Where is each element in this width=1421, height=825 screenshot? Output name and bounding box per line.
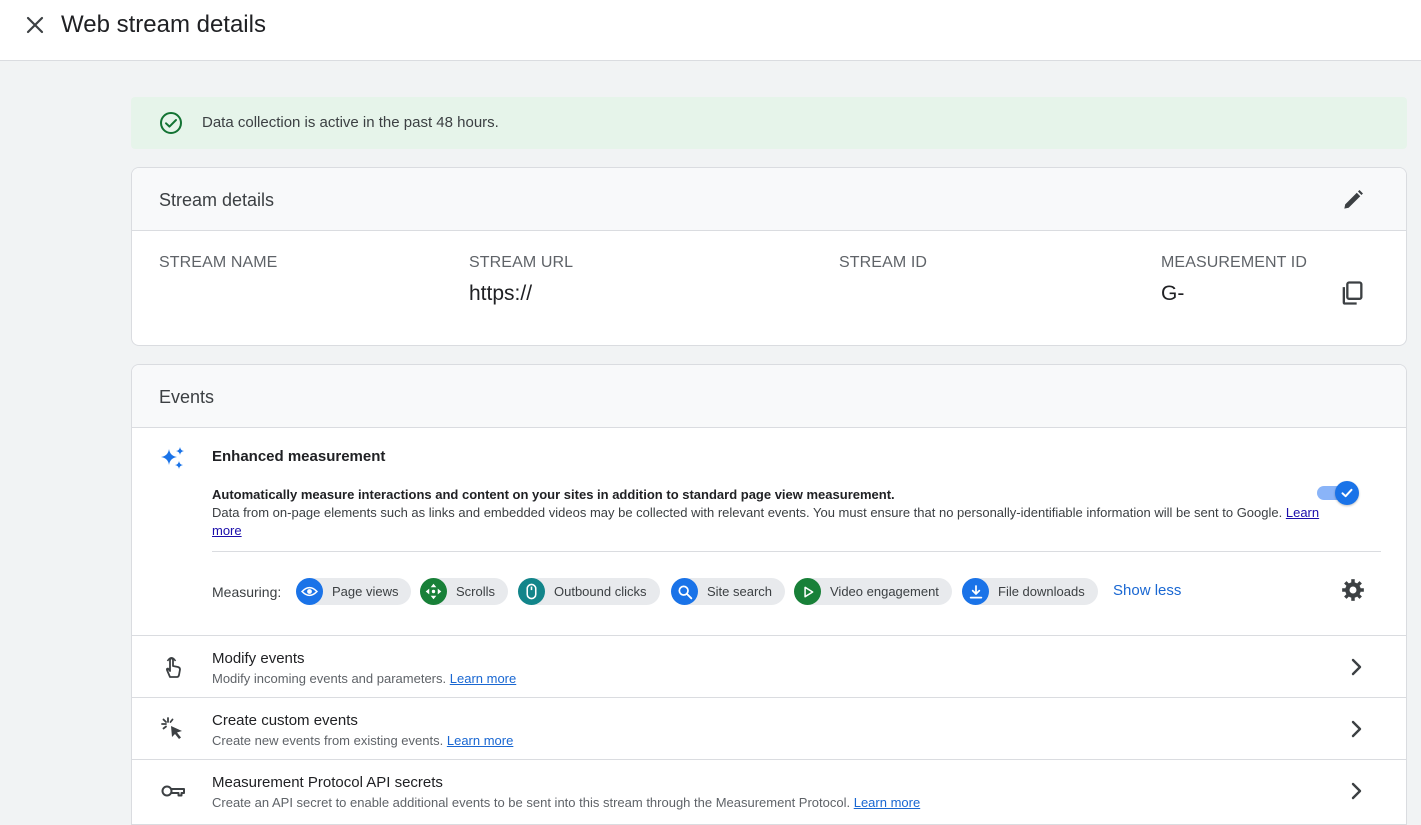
scroll-arrows-icon <box>420 578 447 605</box>
enhanced-measurement-title: Enhanced measurement <box>212 448 386 465</box>
divider <box>212 551 1381 552</box>
chip-label: File downloads <box>998 583 1085 599</box>
chip-label: Scrolls <box>456 583 496 599</box>
enhanced-measurement-detail: Data from on-page elements such as links… <box>212 505 1283 520</box>
chip-file-downloads[interactable]: File downloads <box>962 578 1098 605</box>
gear-icon[interactable] <box>1340 577 1366 603</box>
check-circle-icon <box>159 111 183 135</box>
close-icon[interactable] <box>22 12 48 38</box>
download-icon <box>962 578 989 605</box>
sparkle-icon <box>159 445 187 473</box>
modify-events-row[interactable]: Modify events Modify incoming events and… <box>132 635 1406 697</box>
measurement-protocol-description: Create an API secret to enable additiona… <box>212 795 920 811</box>
search-icon <box>671 578 698 605</box>
status-banner: Data collection is active in the past 48… <box>131 97 1407 149</box>
chip-label: Page views <box>332 583 399 599</box>
create-custom-events-desc-text: Create new events from existing events. <box>212 733 444 748</box>
chip-label: Outbound clicks <box>554 583 647 599</box>
measurement-id-value: G- <box>1161 282 1185 305</box>
status-message: Data collection is active in the past 48… <box>202 114 499 131</box>
chip-scrolls[interactable]: Scrolls <box>420 578 509 605</box>
top-bar: Web stream details <box>0 0 1421 61</box>
measurement-protocol-title: Measurement Protocol API secrets <box>212 774 443 791</box>
key-icon <box>159 777 187 805</box>
stream-name-label: STREAM NAME <box>159 254 278 271</box>
chip-page-views[interactable]: Page views <box>296 578 412 605</box>
touch-hand-icon <box>159 653 187 681</box>
chevron-right-icon <box>1344 717 1368 741</box>
toggle-knob <box>1335 481 1359 505</box>
measurement-protocol-learn-more-link[interactable]: Learn more <box>854 795 920 810</box>
measurement-protocol-row[interactable]: Measurement Protocol API secrets Create … <box>132 759 1406 821</box>
chip-outbound-clicks[interactable]: Outbound clicks <box>518 578 660 605</box>
events-title: Events <box>159 387 215 407</box>
chevron-right-icon <box>1344 779 1368 803</box>
stream-id-label: STREAM ID <box>839 254 928 271</box>
show-less-button[interactable]: Show less <box>1113 581 1181 601</box>
enhanced-measurement-toggle[interactable] <box>1317 481 1359 505</box>
create-custom-events-title: Create custom events <box>212 712 358 729</box>
cursor-click-icon <box>159 715 187 743</box>
modify-events-title: Modify events <box>212 650 305 667</box>
chip-video-engagement[interactable]: Video engagement <box>794 578 952 605</box>
eye-icon <box>296 578 323 605</box>
chip-label: Site search <box>707 583 773 599</box>
edit-pencil-icon[interactable] <box>1340 187 1366 213</box>
stream-url-label: STREAM URL <box>469 254 574 271</box>
play-icon <box>794 578 821 605</box>
chevron-right-icon <box>1344 655 1368 679</box>
events-header: Events <box>132 365 1406 428</box>
create-custom-events-row[interactable]: Create custom events Create new events f… <box>132 697 1406 759</box>
check-icon <box>1341 488 1353 498</box>
create-custom-events-learn-more-link[interactable]: Learn more <box>447 733 513 748</box>
events-card: Events Enhanced measurement Automaticall… <box>131 364 1407 825</box>
enhanced-measurement-description: Automatically measure interactions and c… <box>212 486 1322 540</box>
modify-events-desc-text: Modify incoming events and parameters. <box>212 671 447 686</box>
chip-label: Video engagement <box>830 583 939 599</box>
enhanced-measurement-summary: Automatically measure interactions and c… <box>212 487 895 502</box>
page-title: Web stream details <box>61 11 266 38</box>
mouse-icon <box>518 578 545 605</box>
stream-details-card: Stream details STREAM NAME STREAM URL ht… <box>131 167 1407 346</box>
measurement-id-label: MEASUREMENT ID <box>1161 254 1308 271</box>
stream-url-value: https:// <box>469 282 533 305</box>
measuring-label: Measuring: <box>212 584 282 600</box>
modify-events-learn-more-link[interactable]: Learn more <box>450 671 516 686</box>
measurement-protocol-desc-text: Create an API secret to enable additiona… <box>212 795 851 810</box>
stream-details-title: Stream details <box>159 190 275 210</box>
stream-details-header: Stream details <box>132 168 1406 231</box>
create-custom-events-description: Create new events from existing events. … <box>212 733 513 749</box>
modify-events-description: Modify incoming events and parameters. L… <box>212 671 516 687</box>
chip-site-search[interactable]: Site search <box>671 578 786 605</box>
copy-icon[interactable] <box>1338 279 1366 307</box>
